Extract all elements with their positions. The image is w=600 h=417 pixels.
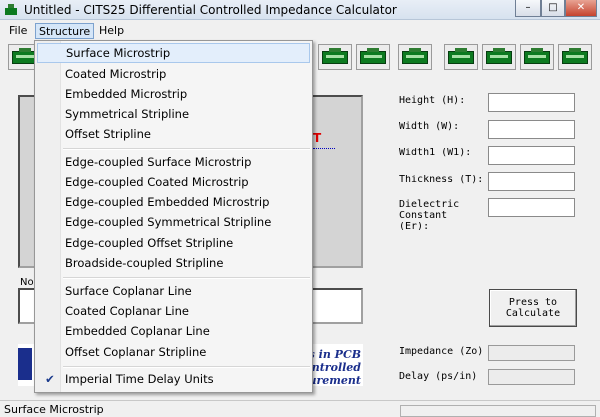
pcb-stackup-icon: [524, 48, 550, 64]
toolbar-structure-button[interactable]: [356, 44, 390, 70]
menu-separator: [63, 277, 310, 279]
menu-item-surface-microstrip[interactable]: Surface Microstrip: [37, 43, 310, 63]
menu-item-embedded-coplanar[interactable]: Embedded Coplanar Line: [37, 321, 310, 341]
checkmark-icon: ✔: [45, 372, 55, 386]
close-button[interactable]: ✕: [565, 0, 597, 17]
impedance-label: Impedance (Zo): [399, 346, 484, 357]
height-label: Height (H):: [399, 95, 466, 106]
status-bar: Surface Microstrip: [0, 400, 600, 417]
thickness-input[interactable]: [488, 172, 575, 191]
menu-item-broadside-stripline[interactable]: Broadside-coupled Stripline: [37, 253, 310, 273]
menu-item-surface-coplanar[interactable]: Surface Coplanar Line: [37, 281, 310, 301]
menu-item-coated-coplanar[interactable]: Coated Coplanar Line: [37, 301, 310, 321]
minimize-button[interactable]: –: [515, 0, 541, 17]
toolbar-structure-button[interactable]: [520, 44, 554, 70]
menu-item-ec-embedded-microstrip[interactable]: Edge-coupled Embedded Microstrip: [37, 192, 310, 212]
pcb-stackup-icon: [360, 48, 386, 64]
menu-item-imperial-time-delay-label: Imperial Time Delay Units: [65, 372, 214, 386]
status-text: Surface Microstrip: [4, 403, 104, 416]
notes-label: No: [20, 277, 34, 288]
menu-separator: [63, 366, 310, 368]
menu-item-imperial-time-delay[interactable]: ✔ Imperial Time Delay Units: [37, 369, 310, 389]
pcb-stackup-icon: [448, 48, 474, 64]
calculate-button-line2: Calculate: [505, 308, 561, 319]
toolbar-structure-button[interactable]: [558, 44, 592, 70]
menu-file[interactable]: File: [6, 23, 30, 39]
app-icon: [5, 4, 17, 15]
delay-label: Delay (ps/in): [399, 371, 478, 382]
calculate-button-line1: Press to: [508, 297, 558, 308]
diagram-thickness-label: T: [313, 131, 322, 145]
window-title: Untitled - CITS25 Differential Controlle…: [24, 3, 397, 17]
status-pane: [400, 405, 596, 417]
menu-bar: File Structure Help: [0, 22, 600, 40]
menu-separator: [63, 148, 310, 150]
pcb-stackup-icon: [562, 48, 588, 64]
pcb-stackup-icon: [486, 48, 512, 64]
title-bar: Untitled - CITS25 Differential Controlle…: [0, 0, 600, 20]
pcb-stackup-icon: [402, 48, 428, 64]
width1-label: Width1 (W1):: [399, 148, 472, 158]
menu-item-symmetrical-stripline[interactable]: Symmetrical Stripline: [37, 104, 310, 124]
structure-menu: Surface Microstrip Coated Microstrip Emb…: [34, 40, 313, 393]
menu-item-offset-coplanar[interactable]: Offset Coplanar Stripline: [37, 342, 310, 362]
menu-help[interactable]: Help: [96, 23, 127, 39]
company-logo: [18, 348, 32, 380]
pcb-stackup-icon: [322, 48, 348, 64]
thickness-label: Thickness (T):: [399, 175, 484, 185]
menu-item-coated-microstrip[interactable]: Coated Microstrip: [37, 64, 310, 84]
toolbar-structure-button[interactable]: [318, 44, 352, 70]
dielectric-input[interactable]: [488, 198, 575, 217]
toolbar-structure-button[interactable]: [482, 44, 516, 70]
menu-item-ec-coated-microstrip[interactable]: Edge-coupled Coated Microstrip: [37, 172, 310, 192]
delay-output: [488, 369, 575, 385]
dielectric-label-line3: (Er):: [399, 222, 430, 230]
menu-item-embedded-microstrip[interactable]: Embedded Microstrip: [37, 84, 310, 104]
menu-item-offset-stripline[interactable]: Offset Stripline: [37, 124, 310, 144]
toolbar-structure-button[interactable]: [398, 44, 432, 70]
diagram-dimension-line: [313, 148, 335, 149]
height-input[interactable]: [488, 93, 575, 112]
menu-structure[interactable]: Structure: [35, 23, 95, 39]
menu-item-ec-surface-microstrip[interactable]: Edge-coupled Surface Microstrip: [37, 152, 310, 172]
menu-item-ec-symmetrical-stripline[interactable]: Edge-coupled Symmetrical Stripline: [37, 212, 310, 232]
width-label: Width (W):: [399, 121, 460, 132]
dielectric-label-line2: Constant: [399, 210, 448, 221]
width-input[interactable]: [488, 120, 575, 139]
maximize-button[interactable]: □: [541, 0, 565, 17]
calculate-button[interactable]: Press to Calculate: [489, 289, 577, 327]
dielectric-label-line1: Dielectric: [399, 199, 460, 210]
impedance-output: [488, 345, 575, 361]
toolbar-structure-button[interactable]: [444, 44, 478, 70]
width1-input[interactable]: [488, 146, 575, 165]
menu-item-ec-offset-stripline[interactable]: Edge-coupled Offset Stripline: [37, 233, 310, 253]
